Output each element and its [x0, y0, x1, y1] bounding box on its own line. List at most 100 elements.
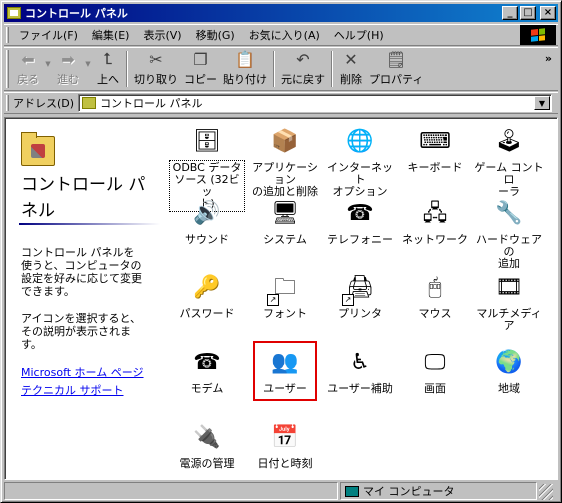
technical-support-link[interactable]: テクニカル サポート [21, 382, 124, 398]
microsoft-home-link[interactable]: Microsoft ホーム ページ [21, 364, 144, 380]
item-label: ハードウェアの 追加 [476, 233, 542, 270]
item-label: パスワード [179, 307, 235, 320]
toolbar-separator [126, 51, 128, 87]
up-label: 上へ [97, 73, 119, 86]
menubar-grip[interactable] [6, 27, 9, 43]
address-value[interactable]: コントロール パネル [100, 95, 534, 111]
item-game-controllers[interactable]: 🕹 ゲーム コントロ ーラ [473, 126, 545, 198]
addressbar-grip[interactable] [6, 95, 9, 111]
add-hardware-icon: 🔧 [495, 201, 523, 226]
minimize-button[interactable]: _ [502, 6, 518, 20]
up-folder-icon: ⮤ [103, 49, 113, 68]
status-zone-label: マイ コンピュータ [363, 485, 455, 498]
date-time-icon: 📅 [271, 425, 299, 450]
accessibility-icon: ♿ [350, 350, 370, 375]
item-label: マウス [418, 307, 452, 320]
power-management-icon: 🔌 [193, 425, 221, 450]
paste-button[interactable]: 📋 貼り付け [220, 49, 270, 89]
regional-settings-icon: 🌍 [495, 350, 523, 375]
keyboard-icon: ⌨ [419, 129, 451, 154]
title-bar[interactable]: コントロール パネル _ □ × [4, 4, 558, 22]
my-computer-icon [345, 485, 359, 497]
item-telephony[interactable]: ☎ テレフォニー [324, 198, 396, 246]
item-power-management[interactable]: 🔌 電源の管理 [171, 422, 243, 470]
address-dropdown-button[interactable]: ▼ [534, 96, 550, 110]
menu-go[interactable]: 移動(G) [190, 25, 243, 45]
item-mouse[interactable]: 🖱 マウス [399, 272, 471, 320]
game-controller-icon: 🕹 [495, 129, 523, 154]
toolbar-grip[interactable] [6, 50, 9, 88]
menu-favorites[interactable]: お気に入り(A) [243, 25, 328, 45]
item-date-time[interactable]: 📅 日付と時刻 [249, 422, 321, 470]
forward-button[interactable]: ➡ 進む [53, 49, 83, 89]
modem-icon: ☎ [193, 350, 221, 375]
item-sound[interactable]: 🔊 サウンド [171, 198, 243, 246]
status-zone: マイ コンピュータ [340, 482, 537, 500]
window-title: コントロール パネル [25, 7, 128, 20]
control-panel-icons: 🗄 ODBC データ ソース (32ビッ ト) 📦 アプリケーション の追加と削… [165, 122, 557, 477]
item-network[interactable]: 🖧 ネットワーク [399, 198, 471, 246]
close-button[interactable]: × [540, 6, 556, 20]
undo-button[interactable]: ↶ 元に戻す [278, 49, 328, 89]
status-bar: マイ コンピュータ [4, 482, 558, 500]
address-field[interactable]: コントロール パネル ▼ [78, 94, 552, 112]
item-multimedia[interactable]: 🎞 マルチメディア [473, 272, 545, 332]
mouse-icon: 🖱 [428, 275, 442, 300]
undo-arrow-icon: ↶ [296, 49, 310, 69]
item-keyboard[interactable]: ⌨ キーボード [399, 126, 471, 174]
item-add-hardware[interactable]: 🔧 ハードウェアの 追加 [473, 198, 545, 270]
maximize-button[interactable]: □ [520, 6, 536, 20]
pane-title: コントロール パネル [21, 175, 146, 221]
delete-button[interactable]: ✕ 削除 [336, 49, 366, 89]
item-users[interactable]: 👥 ユーザー [253, 341, 317, 401]
item-label: フォント [263, 307, 307, 320]
odbc-icon: 🗄 [193, 129, 221, 154]
item-label: アプリケーション の追加と削除 [252, 161, 318, 198]
item-add-remove-programs[interactable]: 📦 アプリケーション の追加と削除 [249, 126, 321, 198]
menu-help[interactable]: ヘルプ(H) [328, 25, 392, 45]
item-internet-options[interactable]: 🌐 インターネット オプション [324, 126, 396, 198]
forward-dropdown[interactable]: ▼ [83, 49, 93, 89]
item-label: テレフォニー [327, 233, 393, 246]
display-icon: 🖵 [424, 350, 446, 375]
cut-button[interactable]: ✂ 切り取り [131, 49, 181, 89]
item-label: 地域 [498, 382, 520, 395]
status-message [4, 482, 338, 500]
menu-file[interactable]: ファイル(F) [13, 25, 86, 45]
item-label: マルチメディア [476, 307, 542, 332]
item-modems[interactable]: ☎ モデム [171, 347, 243, 395]
item-system[interactable]: 🖥 システム [249, 198, 321, 246]
menu-edit[interactable]: 編集(E) [86, 25, 138, 45]
delete-label: 削除 [340, 73, 362, 86]
address-bar: アドレス(D) コントロール パネル ▼ [4, 92, 558, 114]
control-panel-icon[interactable] [7, 7, 21, 19]
back-button[interactable]: ⬅ 戻る [13, 49, 43, 89]
web-view-pane: コントロール パネル コントロール パネルを使うと、コンピュータの設定を好みに応… [5, 118, 160, 479]
up-button[interactable]: ⮤ 上へ [93, 49, 123, 89]
properties-button[interactable]: 🗒 プロパティ [366, 49, 426, 89]
item-accessibility[interactable]: ♿ ユーザー補助 [324, 347, 396, 395]
address-label: アドレス(D) [13, 97, 75, 110]
menu-bar: ファイル(F) 編集(E) 表示(V) 移動(G) お気に入り(A) ヘルプ(H… [4, 24, 558, 46]
forward-arrow-icon: ➡ [61, 49, 75, 69]
menu-view[interactable]: 表示(V) [137, 25, 189, 45]
item-printers[interactable]: 🖨 プリンタ [324, 272, 396, 320]
resize-grip[interactable] [539, 484, 553, 500]
copy-button[interactable]: ❐ コピー [181, 49, 220, 89]
network-icon: 🖧 [422, 201, 448, 226]
item-label: キーボード [407, 161, 463, 174]
passwords-icon: 🔑 [193, 275, 221, 300]
folder-view: コントロール パネル コントロール パネルを使うと、コンピュータの設定を好みに応… [4, 117, 558, 480]
item-display[interactable]: 🖵 画面 [399, 347, 471, 395]
item-passwords[interactable]: 🔑 パスワード [171, 272, 243, 320]
back-dropdown[interactable]: ▼ [43, 49, 53, 89]
windows-logo-icon [520, 25, 556, 45]
pane-hint: アイコンを選択すると、その説明が表示されます。 [21, 312, 142, 351]
item-label: 画面 [424, 382, 446, 395]
item-regional-settings[interactable]: 🌍 地域 [473, 347, 545, 395]
back-label: 戻る [17, 73, 39, 86]
item-label: ユーザー補助 [327, 382, 393, 395]
item-fonts[interactable]: 🗀 フォント [249, 272, 321, 320]
item-label: ユーザー [263, 382, 307, 395]
toolbar-more-chevron[interactable]: » [545, 52, 552, 65]
